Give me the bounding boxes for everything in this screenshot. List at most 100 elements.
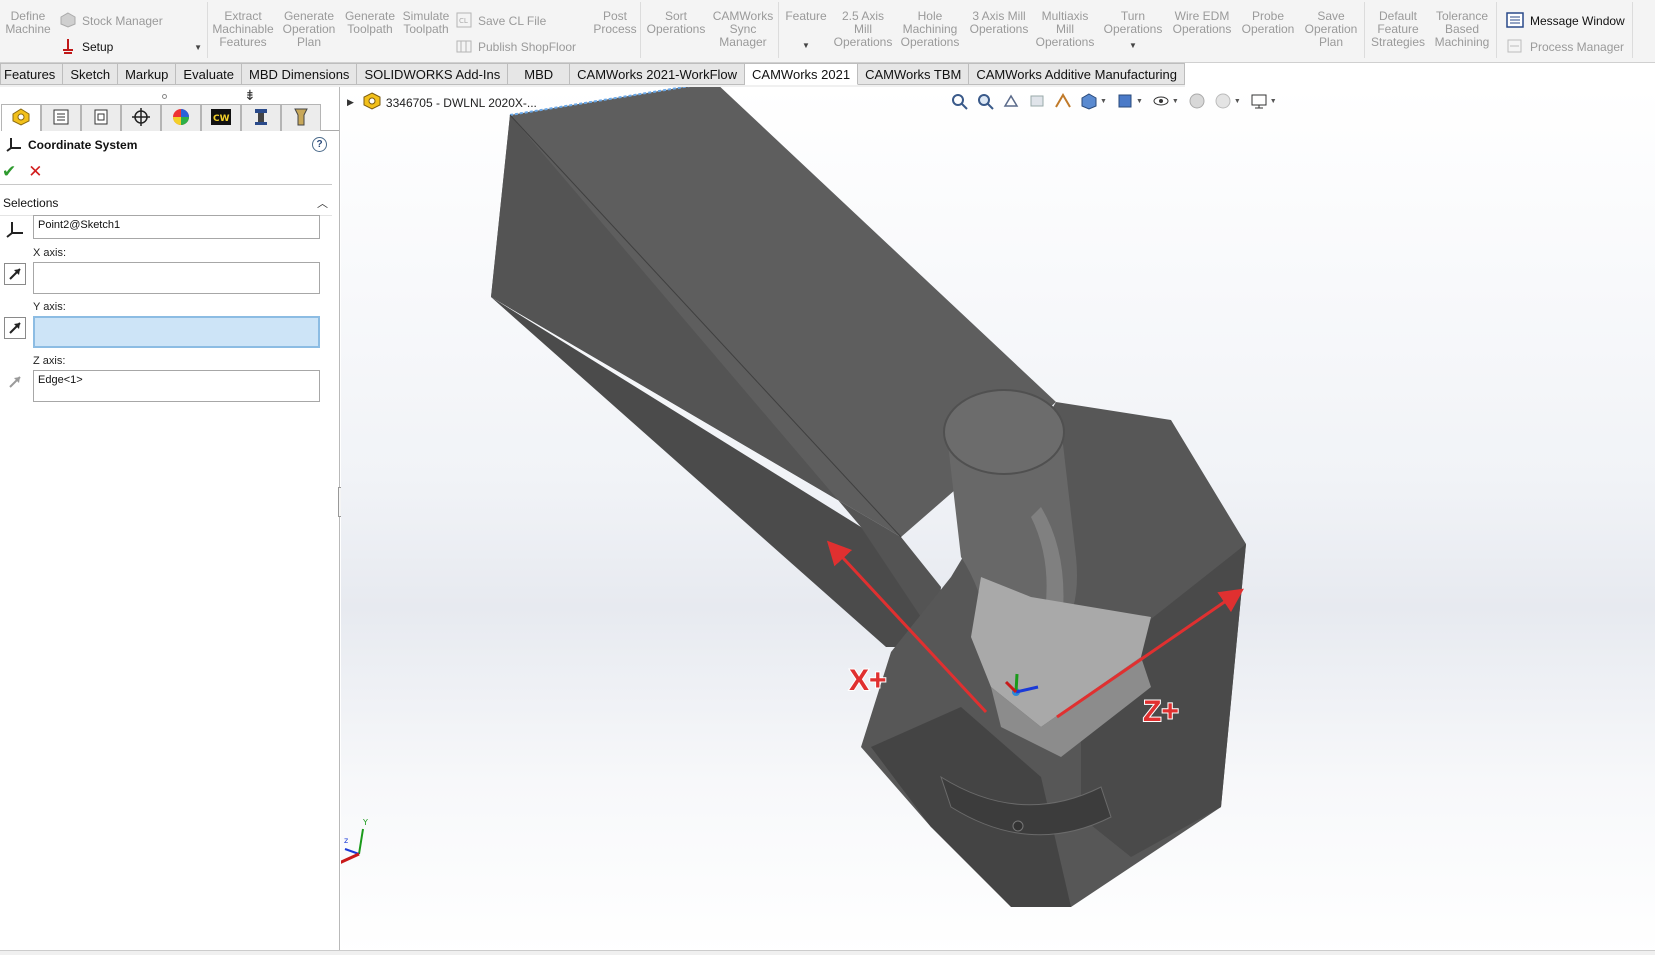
- tab-display-manager[interactable]: [161, 104, 201, 131]
- y-axis-field[interactable]: [33, 316, 320, 348]
- axis3-mill-button[interactable]: 3 Axis Mill Operations: [964, 0, 1034, 58]
- stock-manager-label: Stock Manager: [82, 14, 163, 28]
- tab-camworks-feature-tree[interactable]: [1, 104, 41, 131]
- turn-operations-label: Turn Operations: [1103, 9, 1163, 36]
- generate-toolpath-button[interactable]: Generate Toolpath: [342, 0, 398, 58]
- tab-mbd[interactable]: MBD: [508, 63, 571, 85]
- ribbon-separator: [1632, 2, 1633, 58]
- tool-icon: [251, 107, 271, 130]
- status-bar-edge: [0, 950, 1655, 955]
- tab-camworks-workflow[interactable]: CAMWorks 2021-WorkFlow: [570, 63, 746, 85]
- setup-button[interactable]: Setup ▼: [60, 37, 202, 57]
- reverse-direction-icon[interactable]: [4, 371, 26, 393]
- reverse-direction-icon[interactable]: [4, 317, 26, 339]
- selections-label: Selections: [3, 195, 59, 210]
- tab-cutter-library[interactable]: [281, 104, 321, 131]
- turn-operations-button[interactable]: Turn Operations ▼: [1100, 0, 1166, 58]
- save-cl-button[interactable]: CL Save CL File: [456, 11, 546, 31]
- feature-dropdown-icon[interactable]: ▼: [802, 39, 810, 52]
- property-manager-actions: ✔ ✕: [0, 159, 332, 185]
- help-icon[interactable]: ?: [312, 137, 327, 152]
- feature-button[interactable]: Feature ▼: [780, 0, 832, 58]
- generate-plan-label: Generate Operation Plan: [282, 9, 336, 49]
- generate-toolpath-label: Generate Toolpath: [344, 9, 396, 36]
- chevron-up-icon[interactable]: ︿: [317, 195, 328, 211]
- tab-tool-library[interactable]: [241, 104, 281, 131]
- axis25-mill-button[interactable]: 2.5 Axis Mill Operations: [830, 0, 896, 58]
- tab-camworks-additive[interactable]: CAMWorks Additive Manufacturing: [969, 63, 1185, 85]
- property-icon: [91, 107, 111, 130]
- tab-camworks-tbm[interactable]: CAMWorks TBM: [858, 63, 970, 85]
- page-title: Coordinate System: [28, 138, 138, 152]
- tab-mbd-dimensions[interactable]: MBD Dimensions: [242, 63, 358, 85]
- tab-markup[interactable]: Markup: [118, 63, 177, 85]
- reverse-direction-icon[interactable]: [4, 263, 26, 285]
- panel-handle[interactable]: ⇟: [0, 87, 339, 104]
- triad-y-axis: [1014, 673, 1019, 693]
- default-strategies-button[interactable]: Default Feature Strategies: [1364, 0, 1432, 58]
- publish-shopfloor-button[interactable]: Publish ShopFloor: [456, 37, 576, 57]
- stock-manager-button[interactable]: Stock Manager: [60, 11, 163, 31]
- crosshair-icon: [131, 107, 151, 130]
- simulate-toolpath-button[interactable]: Simulate Toolpath: [398, 0, 454, 58]
- wire-edm-button[interactable]: Wire EDM Operations: [1168, 0, 1236, 58]
- tab-camworks-2021[interactable]: CAMWorks 2021: [745, 63, 859, 85]
- process-manager-label: Process Manager: [1530, 40, 1625, 54]
- axis25-mill-label: 2.5 Axis Mill Operations: [833, 9, 893, 49]
- tab-camworks-operations[interactable]: CW: [201, 104, 241, 131]
- tab-feature-manager[interactable]: [41, 104, 81, 131]
- save-operation-plan-button[interactable]: Save Operation Plan: [1298, 0, 1364, 58]
- feature-tree-icon: [51, 107, 71, 130]
- setup-dropdown-icon[interactable]: ▼: [194, 43, 202, 52]
- stock-manager-icon: [60, 11, 76, 31]
- turn-dropdown-icon[interactable]: ▼: [1129, 39, 1137, 52]
- tab-property-manager[interactable]: [81, 104, 121, 131]
- simulate-toolpath-label: Simulate Toolpath: [402, 9, 450, 36]
- sync-manager-button[interactable]: CAMWorks Sync Manager: [706, 0, 780, 58]
- post-process-button[interactable]: Post Process: [584, 0, 646, 58]
- probe-operation-button[interactable]: Probe Operation: [1236, 0, 1300, 58]
- tab-configuration-manager[interactable]: [121, 104, 161, 131]
- hole-machining-button[interactable]: Hole Machining Operations: [896, 0, 964, 58]
- tab-solidworks-addins[interactable]: SOLIDWORKS Add-Ins: [357, 63, 509, 85]
- reference-triad: Y z x: [341, 818, 368, 864]
- x-axis-field[interactable]: [33, 262, 320, 294]
- tool-holder-model[interactable]: [491, 87, 1246, 907]
- cancel-button[interactable]: ✕: [28, 162, 42, 182]
- sort-operations-button[interactable]: Sort Operations: [644, 0, 708, 58]
- z-plus-annotation: Z+: [1143, 695, 1179, 728]
- ok-button[interactable]: ✔: [2, 162, 16, 182]
- coordinate-system-icon: [6, 136, 22, 155]
- tab-sketch[interactable]: Sketch: [63, 63, 119, 85]
- save-cl-label: Save CL File: [478, 14, 547, 28]
- tab-evaluate[interactable]: Evaluate: [176, 63, 243, 85]
- z-axis-label: Z axis:: [33, 355, 66, 367]
- sync-manager-label: CAMWorks Sync Manager: [712, 9, 774, 49]
- tab-features[interactable]: Features: [0, 63, 64, 85]
- tolerance-machining-button[interactable]: Tolerance Based Machining: [1430, 0, 1494, 58]
- define-machine-button[interactable]: Define Machine: [2, 0, 54, 58]
- model-canvas[interactable]: X+ Z+ Y z x: [341, 87, 1655, 955]
- default-strategies-label: Default Feature Strategies: [1370, 9, 1426, 49]
- extract-features-label: Extract Machinable Features: [212, 9, 274, 49]
- graphics-area[interactable]: ▶ 3346705 - DWLNL 2020X-... ▼ ▼ ▼ ▼ ▼ X+…: [341, 87, 1655, 955]
- generate-plan-button[interactable]: Generate Operation Plan: [278, 0, 340, 58]
- process-manager-icon: [1506, 38, 1524, 57]
- multiaxis-mill-button[interactable]: Multiaxis Mill Operations: [1032, 0, 1098, 58]
- ribbon-separator: [1496, 2, 1497, 58]
- setup-icon: [60, 38, 76, 57]
- ribbon-separator: [207, 2, 208, 58]
- z-axis-field[interactable]: Edge<1>: [33, 370, 320, 402]
- command-ribbon: Define Machine Stock Manager Setup ▼ Ext…: [0, 0, 1655, 63]
- cw-icon-text: CW: [213, 114, 230, 124]
- y-axis-label: Y axis:: [33, 301, 66, 313]
- extract-features-button[interactable]: Extract Machinable Features: [212, 0, 274, 58]
- save-operation-plan-label: Save Operation Plan: [1304, 9, 1358, 49]
- process-manager-button[interactable]: Process Manager: [1506, 37, 1624, 57]
- selections-group-header[interactable]: Selections ︿: [0, 190, 332, 216]
- message-window-icon: [1506, 11, 1524, 31]
- appearance-icon: [171, 107, 191, 130]
- cw-icon: CW: [210, 107, 232, 130]
- message-window-button[interactable]: Message Window: [1506, 11, 1625, 31]
- origin-field[interactable]: Point2@Sketch1: [33, 215, 320, 239]
